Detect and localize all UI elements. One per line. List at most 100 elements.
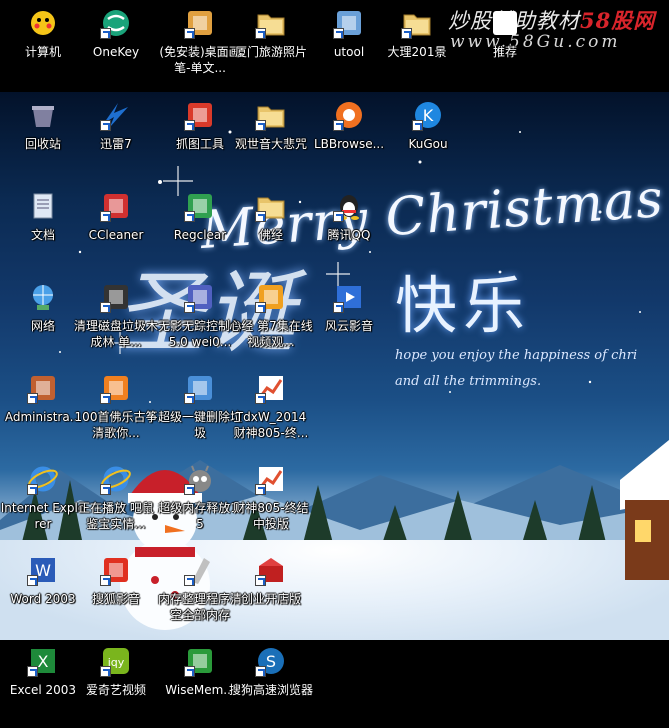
shortcut-arrow-icon	[412, 120, 423, 131]
desktop-icon[interactable]: LBBrowse...	[306, 96, 392, 182]
desktop-icon[interactable]: S 搜狗高速浏览器	[228, 642, 314, 728]
shortcut-arrow-icon	[255, 666, 266, 677]
shortcut-arrow-icon	[184, 575, 195, 586]
shortcut-arrow-icon	[184, 211, 195, 222]
desktop-icon-label: LBBrowse...	[313, 137, 385, 151]
sogou-icon: S	[255, 645, 287, 677]
shortcut-arrow-icon	[184, 28, 195, 39]
desktop-icon[interactable]: 正在播放 吧鼠鉴宝实情...	[73, 460, 159, 546]
desktop-icon-label: 推荐	[492, 45, 517, 59]
shortcut-arrow-icon	[27, 575, 38, 586]
user-folder-icon	[27, 372, 59, 404]
sohu-icon	[100, 554, 132, 586]
shortcut-arrow-icon	[333, 120, 344, 131]
shortcut-arrow-icon	[100, 120, 111, 131]
shortcut-arrow-icon	[184, 666, 195, 677]
desktop-icon-label: 创业开店版	[240, 592, 301, 606]
desktop-icon-label: 100首佛乐古筝 清歌你...	[74, 410, 158, 440]
shop-icon	[255, 554, 287, 586]
regclear-icon	[184, 190, 216, 222]
desktop-icon-label: CCleaner	[88, 228, 144, 242]
desktop-icon[interactable]: 佛经	[228, 187, 314, 273]
shortcut-arrow-icon	[27, 393, 38, 404]
shortcut-arrow-icon	[255, 120, 266, 131]
desktop-icon[interactable]: 腾讯QQ	[306, 187, 392, 273]
desktop-icon[interactable]: 清理磁盘垃圾木成林 单...	[73, 278, 159, 364]
desktop-icon[interactable]: TdxW_2014 财神805-终...	[228, 369, 314, 455]
desktop-icon-label: 风云影音	[324, 319, 373, 333]
desktop-icon[interactable]: 大理201景	[374, 4, 460, 90]
qq-icon	[333, 190, 365, 222]
excel-icon: X	[27, 645, 59, 677]
desktop-icon[interactable]: 搜狐影音	[73, 551, 159, 637]
shortcut-arrow-icon	[100, 211, 111, 222]
desktop-icon[interactable]: 迅雷7	[73, 96, 159, 182]
cleaner-icon	[100, 281, 132, 313]
folder-icon	[255, 7, 287, 39]
desktop-icon[interactable]: 财神805-终结中投版	[228, 460, 314, 546]
desktop-icon-label: 清理磁盘垃圾木成林 单...	[73, 319, 158, 349]
desktop-icon[interactable]: 风云影音	[306, 278, 392, 364]
svg-text:K: K	[423, 106, 434, 125]
desktop-icon-label: 心经 第7集在线视频观...	[229, 319, 313, 349]
delete-icon	[184, 372, 216, 404]
shortcut-arrow-icon	[255, 28, 266, 39]
desktop-icon-label: 搜狗高速浏览器	[228, 683, 313, 697]
screenshot-icon	[184, 99, 216, 131]
console-icon	[184, 281, 216, 313]
wallpaper-cn-title: 快乐	[395, 269, 532, 342]
desktop-icon-label: 大理201景	[387, 45, 447, 59]
desktop-icon-label: KuGou	[408, 137, 448, 151]
shortcut-arrow-icon	[100, 575, 111, 586]
shortcut-arrow-icon	[184, 393, 195, 404]
svg-text:S: S	[266, 652, 276, 671]
svg-text:X: X	[38, 652, 49, 671]
desktop-icon[interactable]: 观世音大悲咒	[228, 96, 314, 182]
shortcut-arrow-icon	[255, 393, 266, 404]
desktop-icon[interactable]: 厦门旅游照片	[228, 4, 314, 90]
word-icon: W	[27, 554, 59, 586]
shortcut-arrow-icon	[184, 120, 195, 131]
snowy-house	[620, 440, 669, 580]
recycle-bin-icon	[27, 99, 59, 131]
kugou-icon: K	[412, 99, 444, 131]
folder-icon	[255, 99, 287, 131]
video-icon	[255, 281, 287, 313]
shortcut-arrow-icon	[100, 28, 111, 39]
watermark-brand: 58股网	[580, 8, 656, 33]
desktop-icon-label: 爱奇艺视频	[85, 683, 146, 697]
recommend-icon	[489, 7, 521, 39]
desktop-icon[interactable]: 创业开店版	[228, 551, 314, 637]
desktop-icon[interactable]: 100首佛乐古筝 清歌你...	[73, 369, 159, 455]
folder-icon	[255, 190, 287, 222]
shortcut-arrow-icon	[333, 28, 344, 39]
desktop-icon[interactable]: iqy 爱奇艺视频	[73, 642, 159, 728]
desktop-icon[interactable]: OneKey	[73, 4, 159, 90]
shortcut-arrow-icon	[100, 302, 111, 313]
desktop-icon[interactable]: 推荐	[462, 4, 548, 90]
desktop-icon[interactable]: CCleaner	[73, 187, 159, 273]
document-icon	[27, 190, 59, 222]
desktop-icon-label: 财神805-终结中投版	[233, 501, 309, 531]
memory-icon	[184, 463, 216, 495]
wallpaper-subtitle-1: hope you enjoy the happiness of chri	[395, 348, 638, 363]
desktop-icon-label: 厦门旅游照片	[234, 45, 307, 59]
ie-icon	[27, 463, 59, 495]
music-icon	[100, 372, 132, 404]
iqiyi-icon: iqy	[100, 645, 132, 677]
browser-icon	[333, 99, 365, 131]
desktop-icon[interactable]: K KuGou	[385, 96, 471, 182]
shortcut-arrow-icon	[255, 211, 266, 222]
ie-page-icon	[100, 463, 132, 495]
ccleaner-icon	[100, 190, 132, 222]
paint-icon	[184, 7, 216, 39]
desktop-icon-label: 搜狐影音	[91, 592, 140, 606]
stock-icon	[255, 463, 287, 495]
shortcut-arrow-icon	[401, 28, 412, 39]
desktop-icon[interactable]: 心经 第7集在线视频观...	[228, 278, 314, 364]
desktop-icon-label: 正在播放 吧鼠鉴宝实情...	[78, 501, 154, 531]
player-icon	[333, 281, 365, 313]
stock-icon	[255, 372, 287, 404]
shortcut-arrow-icon	[333, 211, 344, 222]
computer-icon	[27, 7, 59, 39]
